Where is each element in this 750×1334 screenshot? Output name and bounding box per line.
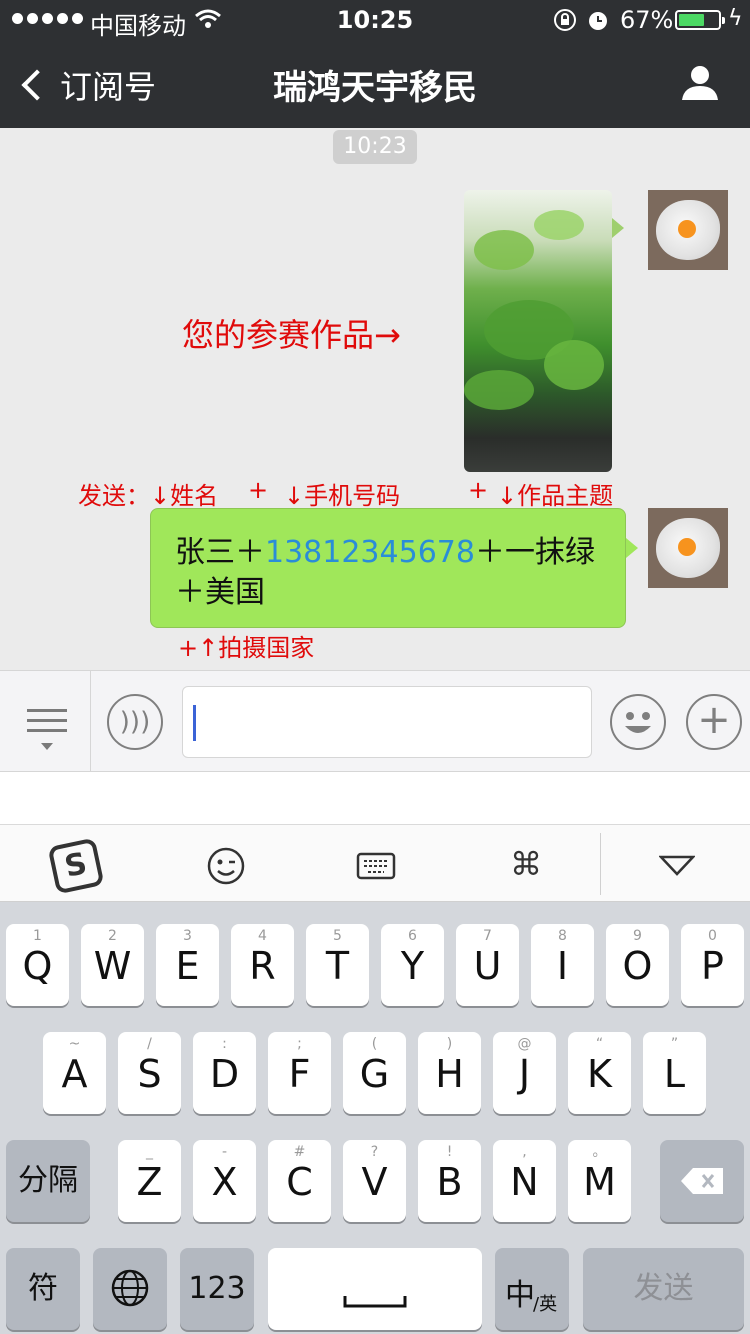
chat-area[interactable]: 10:23 您的参赛作品→ 发送：↓姓名 + ↓手机号码 + ↓作品主题 张三＋… [0, 128, 750, 670]
number-key[interactable]: 123 [180, 1248, 254, 1330]
rotation-lock-icon [553, 8, 577, 38]
keyboard-toolbar: S ⌘ [0, 824, 750, 902]
menu-toggle-button[interactable] [0, 671, 91, 773]
battery-fill [679, 14, 704, 26]
input-bar: ))) + [0, 670, 750, 773]
more-plus-button[interactable]: + [686, 694, 742, 750]
input-spacer [0, 772, 750, 824]
voice-button[interactable]: ))) [107, 694, 163, 750]
language-switch-key[interactable]: 中 /英 [495, 1248, 569, 1330]
key-n[interactable]: ,N [493, 1140, 556, 1222]
key-t[interactable]: 5T [306, 924, 369, 1006]
battery-percentage: 67% [620, 6, 674, 34]
text-message-bubble[interactable]: 张三＋13812345678＋一抹绿 ＋美国 [150, 508, 626, 628]
avatar[interactable] [648, 508, 728, 588]
message-bubble-tail [626, 538, 638, 558]
hint-theme: ↓作品主题 [497, 482, 614, 510]
key-e[interactable]: 3E [156, 924, 219, 1006]
separator-key[interactable]: 分隔 [6, 1140, 90, 1222]
backspace-icon [681, 1168, 723, 1194]
key-z[interactable]: _ Z [118, 1140, 181, 1222]
menu-icon [27, 709, 67, 712]
phone-number-link[interactable]: 13812345678 [265, 535, 475, 570]
key-r[interactable]: 4R [231, 924, 294, 1006]
battery-icon [675, 10, 725, 30]
photo-bubble-tail [612, 218, 624, 238]
symbol-key[interactable]: 符 [6, 1248, 80, 1330]
key-q[interactable]: 1Q [6, 924, 69, 1006]
photo-message[interactable] [464, 190, 612, 472]
key-x[interactable]: -X [193, 1140, 256, 1222]
space-key[interactable] [268, 1248, 482, 1330]
backspace-key[interactable] [660, 1140, 744, 1222]
sogou-logo-button[interactable]: S [16, 825, 136, 903]
send-key[interactable]: 发送 [583, 1248, 744, 1330]
plus-icon: + [697, 697, 731, 743]
key-f[interactable]: ; F [268, 1032, 331, 1114]
hint-phone: ↓手机号码 [284, 482, 401, 510]
message-line-2: ＋美国 [175, 575, 265, 610]
key-s[interactable]: / S [118, 1032, 181, 1114]
command-button[interactable]: ⌘ [466, 825, 586, 903]
chevron-down-icon [658, 855, 696, 876]
keyboard-emoji-button[interactable] [166, 825, 286, 903]
profile-icon[interactable] [680, 62, 720, 102]
sogou-logo-icon: S [47, 837, 105, 895]
charging-bolt-icon: ϟ [728, 6, 743, 31]
wink-icon [207, 847, 245, 885]
avatar[interactable] [648, 190, 728, 270]
message-theme: ＋一抹绿 [474, 535, 595, 570]
hint-name: 发送：↓姓名 [78, 482, 219, 510]
globe-key[interactable] [93, 1248, 167, 1330]
status-bar: 中国移动 10:25 67% ϟ [0, 0, 750, 40]
key-i[interactable]: 8I [531, 924, 594, 1006]
text-caret [193, 705, 196, 741]
key-m[interactable]: 。 M [568, 1140, 631, 1222]
hide-keyboard-button[interactable] [617, 825, 737, 903]
photo-caption: 您的参赛作品→ [182, 316, 401, 354]
navigation-bar: 订阅号 瑞鸿天宇移民 [0, 40, 750, 128]
smiley-icon [625, 712, 651, 733]
message-name: 张三＋ [175, 535, 265, 570]
emoji-button[interactable] [610, 694, 666, 750]
message-line-1: 张三＋13812345678＋一抹绿 [175, 533, 601, 573]
key-l[interactable]: ” L [643, 1032, 706, 1114]
key-g[interactable]: (G [343, 1032, 406, 1114]
key-c[interactable]: # C [268, 1140, 331, 1222]
key-d[interactable]: :D [193, 1032, 256, 1114]
key-a[interactable]: ~ A [43, 1032, 106, 1114]
voice-icon: ))) [119, 707, 151, 737]
key-h[interactable]: ) H [418, 1032, 481, 1114]
message-input[interactable] [182, 686, 592, 758]
message-timestamp: 10:23 [333, 130, 417, 164]
keyboard: 1Q 2W 3E 4R 5T 6Y 7U 8I 9O 0P ~ A / S :D ;… [0, 902, 750, 1334]
key-k[interactable]: “K [568, 1032, 631, 1114]
key-p[interactable]: 0P [681, 924, 744, 1006]
key-u[interactable]: 7U [456, 924, 519, 1006]
hint-plus-2: + [468, 476, 489, 504]
key-v[interactable]: ? V [343, 1140, 406, 1222]
key-o[interactable]: 9O [606, 924, 669, 1006]
key-j[interactable]: @ J [493, 1032, 556, 1114]
alarm-icon [586, 8, 610, 38]
key-b[interactable]: ! B [418, 1140, 481, 1222]
command-icon: ⌘ [510, 845, 542, 883]
key-y[interactable]: 6Y [381, 924, 444, 1006]
space-bar-icon [343, 1296, 407, 1308]
hint-plus-1: + [248, 476, 269, 504]
key-w[interactable]: 2W [81, 924, 144, 1006]
keyboard-switch-button[interactable] [316, 825, 436, 903]
hint-country: +↑拍摄国家 [178, 634, 315, 662]
keyboard-icon [356, 852, 396, 880]
globe-icon [111, 1269, 149, 1307]
top-bar: 中国移动 10:25 67% ϟ 订阅号 瑞鸿天宇移民 [0, 0, 750, 128]
chat-title: 瑞鸿天宇移民 [273, 68, 477, 108]
toolbar-divider [600, 833, 601, 895]
